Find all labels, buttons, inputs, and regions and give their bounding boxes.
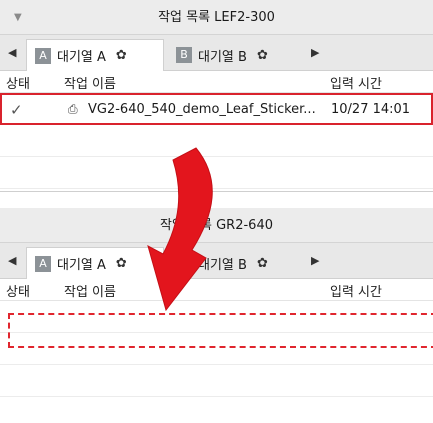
column-status[interactable]: 상태	[6, 281, 30, 300]
column-job-name[interactable]: 작업 이름	[64, 281, 116, 300]
check-icon: ✓	[10, 101, 23, 119]
triangle-right-icon[interactable]: ▶	[311, 243, 319, 279]
tab-label: 대기열 A	[57, 258, 106, 273]
triangle-right-icon[interactable]: ▶	[311, 35, 319, 71]
triangle-left-icon[interactable]: ◀	[8, 243, 16, 279]
column-status[interactable]: 상태	[6, 73, 30, 92]
job-list-panel-lef2-300: ▼ 작업 목록 LEF2-300 ◀ A 대기열 A ✿ B 대기열 B ✿ ▶…	[0, 0, 433, 192]
drop-target-zone	[8, 313, 433, 348]
tab-label: 대기열 A	[57, 50, 106, 65]
job-input-time: 10/27 14:01	[331, 102, 411, 117]
tab-queue-a[interactable]: A 대기열 A ✿	[26, 39, 164, 71]
empty-row	[0, 365, 433, 397]
job-row[interactable]: ✓ ⎙ VG2-640_540_demo_Leaf_Sticker... 10/…	[0, 93, 433, 125]
gear-icon[interactable]: ✿	[116, 256, 127, 271]
gear-icon[interactable]: ✿	[257, 48, 268, 63]
job-list-panel-gr2-640: 작업 목록 GR2-640 ◀ A 대기열 A ✿ B 대기열 B ✿ ▶ 상태…	[0, 208, 433, 423]
panel-title: 작업 목록 GR2-640	[160, 218, 273, 233]
queue-badge: A	[35, 47, 51, 64]
triangle-down-icon[interactable]: ▼	[14, 0, 22, 35]
queue-badge: B	[176, 47, 192, 63]
queue-badge: B	[176, 255, 192, 271]
tab-queue-a[interactable]: A 대기열 A ✿	[26, 247, 164, 279]
column-input-time[interactable]: 입력 시간	[330, 73, 382, 92]
column-header: 상태 작업 이름 입력 시간	[0, 71, 433, 93]
printer-file-icon: ⎙	[68, 102, 78, 116]
tab-label: 대기열 B	[198, 49, 247, 65]
column-job-name[interactable]: 작업 이름	[64, 73, 116, 92]
empty-row	[0, 125, 433, 157]
gear-icon[interactable]: ✿	[257, 256, 268, 271]
tab-label: 대기열 B	[198, 257, 247, 273]
queue-tab-bar: ◀ A 대기열 A ✿ B 대기열 B ✿ ▶	[0, 35, 433, 71]
empty-row	[0, 157, 433, 189]
panel-title-bar: 작업 목록 GR2-640	[0, 208, 433, 243]
column-header: 상태 작업 이름 입력 시간	[0, 279, 433, 301]
panel-title: 작업 목록 LEF2-300	[158, 10, 275, 25]
panel-title-bar: ▼ 작업 목록 LEF2-300	[0, 0, 433, 35]
queue-tab-bar: ◀ A 대기열 A ✿ B 대기열 B ✿ ▶	[0, 243, 433, 279]
triangle-left-icon[interactable]: ◀	[8, 35, 16, 71]
queue-badge: A	[35, 255, 51, 272]
tab-queue-b[interactable]: B 대기열 B ✿	[168, 247, 306, 279]
tab-queue-b[interactable]: B 대기열 B ✿	[168, 39, 306, 71]
job-name: VG2-640_540_demo_Leaf_Sticker...	[88, 102, 316, 117]
column-input-time[interactable]: 입력 시간	[330, 281, 382, 300]
empty-row	[0, 397, 433, 423]
gear-icon[interactable]: ✿	[116, 48, 127, 63]
